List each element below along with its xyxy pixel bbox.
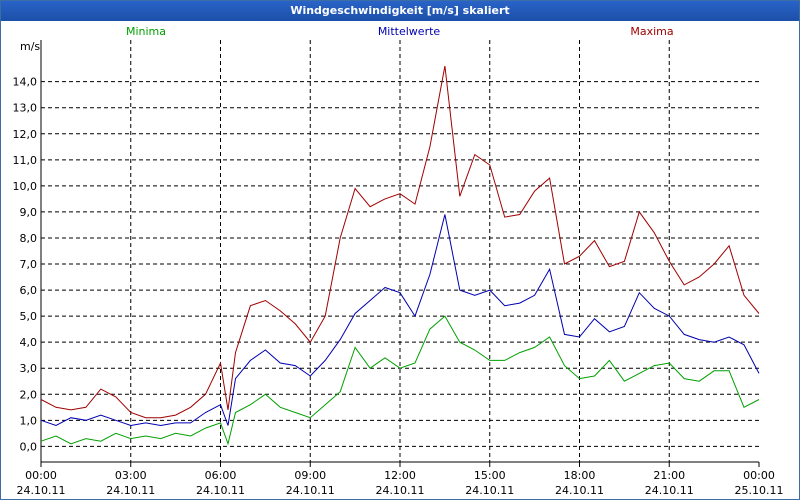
y-axis-label: m/s [20, 40, 40, 53]
y-tick-labels: 0,0 1,0 2,0 3,0 4,0 5,0 6,0 7,0 8,0 9,0 10,0 11,0 12… [13, 76, 38, 454]
x-tick-labels: 00:00 24.10.11 03:00 24.10.11 06:00 24.10.11 0… [17, 469, 784, 497]
x-tick-date: 24.10.11 [196, 484, 245, 497]
y-tick-label: 2,0 [20, 388, 38, 401]
legend-mittelwerte: Mittelwerte [378, 25, 441, 38]
x-tick-date: 25.10.11 [735, 484, 784, 497]
y-tick-label: 10,0 [13, 180, 38, 193]
y-tick-label: 8,0 [20, 232, 38, 245]
legend-maxima: Maxima [630, 25, 673, 38]
y-tick-label: 1,0 [20, 414, 38, 427]
x-tick-time: 03:00 [115, 469, 147, 482]
y-tick-label: 13,0 [13, 102, 38, 115]
y-tick-label: 3,0 [20, 362, 38, 375]
wind-speed-chart: 0,0 1,0 2,0 3,0 4,0 5,0 6,0 7,0 8,0 9,0 10,0 11,0 12… [13, 25, 784, 497]
x-tick-date: 24.10.11 [376, 484, 425, 497]
y-tick-label: 7,0 [20, 258, 38, 271]
x-tick-date: 24.10.11 [555, 484, 604, 497]
x-tick-date: 24.10.11 [465, 484, 514, 497]
y-tick-label: 0,0 [20, 440, 38, 453]
x-tick-date: 24.10.11 [645, 484, 694, 497]
grid [41, 40, 759, 462]
legend-minima: Minima [126, 25, 166, 38]
y-tick-label: 5,0 [20, 310, 38, 323]
y-tick-label: 4,0 [20, 336, 38, 349]
y-tick-label: 9,0 [20, 206, 38, 219]
x-tick-time: 00:00 [743, 469, 775, 482]
x-tick-time: 00:00 [25, 469, 57, 482]
series-lines [40, 65, 760, 446]
x-tick-time: 09:00 [294, 469, 326, 482]
x-tick-time: 18:00 [564, 469, 596, 482]
x-tick-date: 24.10.11 [106, 484, 155, 497]
x-tick-time: 15:00 [474, 469, 506, 482]
y-tick-label: 12,0 [13, 128, 38, 141]
y-tick-label: 11,0 [13, 154, 38, 167]
x-tick-time: 12:00 [384, 469, 416, 482]
x-tick-date: 24.10.11 [286, 484, 335, 497]
y-tick-label: 14,0 [13, 76, 38, 89]
x-tick-time: 06:00 [205, 469, 237, 482]
y-tick-label: 6,0 [20, 284, 38, 297]
x-tick-date: 24.10.11 [17, 484, 66, 497]
x-tick-time: 21:00 [653, 469, 685, 482]
